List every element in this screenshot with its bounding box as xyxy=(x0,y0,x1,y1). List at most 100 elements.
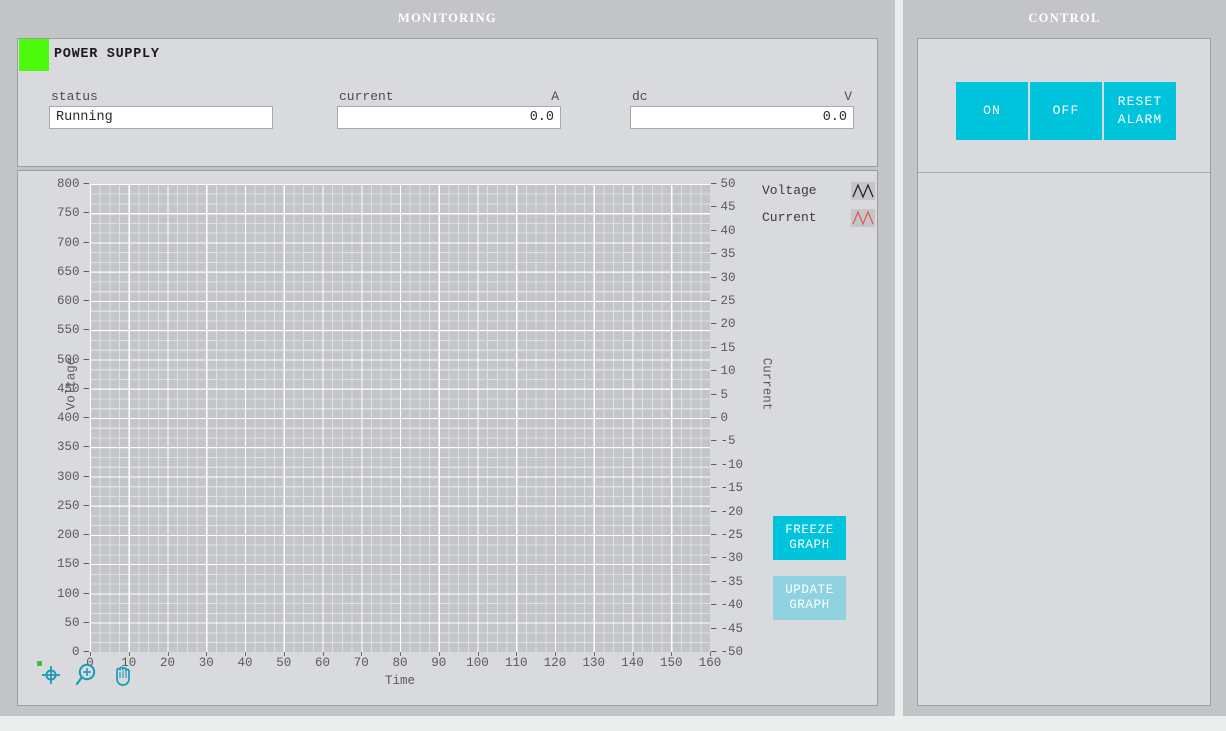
time-axis-tick: 100 xyxy=(466,656,489,670)
time-axis-tick: 120 xyxy=(543,656,567,670)
voltage-axis-tick: 250– xyxy=(56,498,90,513)
field-status-value[interactable]: Running xyxy=(49,106,273,129)
voltage-axis-tick: 750– xyxy=(56,206,90,221)
current-axis-tick: –35 xyxy=(710,247,736,262)
control-panel: CONTROL ON OFF RESET ALARM xyxy=(903,0,1226,716)
freeze-graph-line2: GRAPH xyxy=(789,538,830,552)
voltage-axis-tick: 350– xyxy=(56,440,90,455)
time-axis-tick: 70 xyxy=(353,656,369,670)
time-axis-label: Time xyxy=(384,674,415,688)
current-axis-tick: – -10 xyxy=(710,457,744,472)
time-axis: 0 10 20 30 40 50 60 70 80 90 100 110 120 130 140 150 160 xyxy=(86,652,721,674)
plot-area[interactable] xyxy=(90,184,710,652)
voltage-axis-tick: 100– xyxy=(56,586,90,601)
pan-hand-icon[interactable] xyxy=(108,660,138,695)
legend-item-voltage[interactable]: Voltage xyxy=(762,182,875,200)
current-axis-tick: –15 xyxy=(710,340,736,355)
reset-alarm-line1: RESET xyxy=(1117,94,1163,109)
field-status-label: status xyxy=(51,89,98,104)
time-axis-tick: 80 xyxy=(392,656,408,670)
time-axis-tick: 60 xyxy=(314,656,331,670)
legend-label-current: Current xyxy=(762,210,817,225)
time-axis-tick: 110 xyxy=(504,656,528,670)
current-axis-tick: – -45 xyxy=(710,621,744,636)
field-dc: dc V 0.0 xyxy=(630,89,854,129)
voltage-axis-tick: 600– xyxy=(56,294,90,308)
current-axis-tick: –45 xyxy=(710,200,736,215)
legend-swatch-voltage xyxy=(851,182,875,200)
current-axis-tick: – -15 xyxy=(710,481,744,496)
control-separator xyxy=(918,172,1210,173)
reset-alarm-line2: ALARM xyxy=(1117,112,1163,127)
current-axis-tick: – -30 xyxy=(710,551,744,566)
voltage-axis-tick: 700– xyxy=(56,235,90,250)
time-axis-tick: 50 xyxy=(276,656,292,670)
field-current: current A 0.0 xyxy=(337,89,561,129)
update-graph-button[interactable]: UPDATE GRAPH xyxy=(773,576,846,620)
time-axis-tick: 30 xyxy=(198,656,214,670)
current-axis-tick: – -40 xyxy=(710,598,744,613)
field-dc-unit: V xyxy=(844,89,852,104)
monitoring-panel: MONITORING POWER SUPPLY status Running c… xyxy=(0,0,895,716)
field-current-label: current xyxy=(339,89,394,104)
voltage-axis: 0–50–100–150–200–250–300–350–400–450–500… xyxy=(28,178,90,659)
power-on-label: ON xyxy=(983,103,1001,118)
power-off-button[interactable]: OFF xyxy=(1030,82,1102,140)
voltage-axis-tick: 400– xyxy=(56,411,90,425)
voltage-axis-tick: 50– xyxy=(64,615,90,630)
time-axis-tick: 20 xyxy=(159,656,176,670)
chart-legend: Voltage Current xyxy=(762,182,875,236)
power-off-label: OFF xyxy=(1052,103,1080,118)
current-axis-tick: –0 xyxy=(710,411,729,425)
current-axis-tick: –5 xyxy=(710,387,729,402)
time-axis-tick: 90 xyxy=(431,656,447,670)
current-axis: – -50– -45– -40– -35– -30– -25– -20– -15– -10– -5–… xyxy=(710,178,766,659)
freeze-graph-button[interactable]: FREEZE GRAPH xyxy=(773,516,846,560)
graph-card: 0–50–100–150–200–250–300–350–400–450–500… xyxy=(17,170,878,706)
field-status: status Running xyxy=(49,89,273,129)
voltage-axis-tick: 650– xyxy=(56,264,90,279)
graph-toolbar xyxy=(36,660,146,694)
control-panel-title: CONTROL xyxy=(1028,11,1101,25)
voltage-axis-tick: 200– xyxy=(56,528,90,542)
field-dc-label: dc xyxy=(632,89,648,104)
legend-swatch-current xyxy=(851,209,875,227)
time-axis-tick: 130 xyxy=(582,656,606,670)
status-led-indicator xyxy=(19,39,49,71)
current-axis-tick: –20 xyxy=(710,317,736,332)
time-axis-tick: 150 xyxy=(659,656,683,670)
time-axis-tick: 40 xyxy=(237,656,253,670)
current-axis-label: Current xyxy=(759,357,774,411)
control-button-row: ON OFF RESET ALARM xyxy=(956,82,1176,140)
current-axis-tick: – -35 xyxy=(710,574,744,589)
voltage-axis-label: Voltage xyxy=(64,357,79,411)
current-axis-tick: –50 xyxy=(710,177,736,191)
current-axis-tick: – -20 xyxy=(710,504,744,519)
current-axis-tick: – -5 xyxy=(710,434,736,449)
freeze-graph-line1: FREEZE xyxy=(785,523,834,537)
legend-label-voltage: Voltage xyxy=(762,183,817,198)
voltage-axis-tick: 550– xyxy=(56,323,90,338)
app-window: MONITORING POWER SUPPLY status Running c… xyxy=(0,0,1226,731)
time-axis-tick: 160 xyxy=(698,656,722,670)
legend-item-current[interactable]: Current xyxy=(762,209,875,227)
zoom-in-icon[interactable] xyxy=(74,660,102,695)
field-current-value[interactable]: 0.0 xyxy=(337,106,561,129)
control-body: ON OFF RESET ALARM xyxy=(917,38,1211,706)
power-on-button[interactable]: ON xyxy=(956,82,1028,140)
reset-alarm-button[interactable]: RESET ALARM xyxy=(1104,82,1176,140)
current-axis-tick: –25 xyxy=(710,294,736,308)
monitoring-panel-title: MONITORING xyxy=(398,11,497,25)
current-axis-tick: – -25 xyxy=(710,528,744,542)
cursor-crosshair-icon[interactable] xyxy=(36,660,66,695)
time-axis-tick: 140 xyxy=(621,656,644,670)
field-dc-value[interactable]: 0.0 xyxy=(630,106,854,129)
current-axis-tick: –40 xyxy=(710,223,736,238)
device-name-label: POWER SUPPLY xyxy=(54,47,160,62)
voltage-axis-tick: 150– xyxy=(56,557,90,572)
voltage-axis-tick: 300– xyxy=(56,469,90,484)
device-card: POWER SUPPLY status Running current A 0.… xyxy=(17,38,878,167)
update-graph-line2: GRAPH xyxy=(789,598,830,612)
current-axis-tick: –10 xyxy=(710,364,736,379)
voltage-axis-tick: 800– xyxy=(56,177,90,191)
